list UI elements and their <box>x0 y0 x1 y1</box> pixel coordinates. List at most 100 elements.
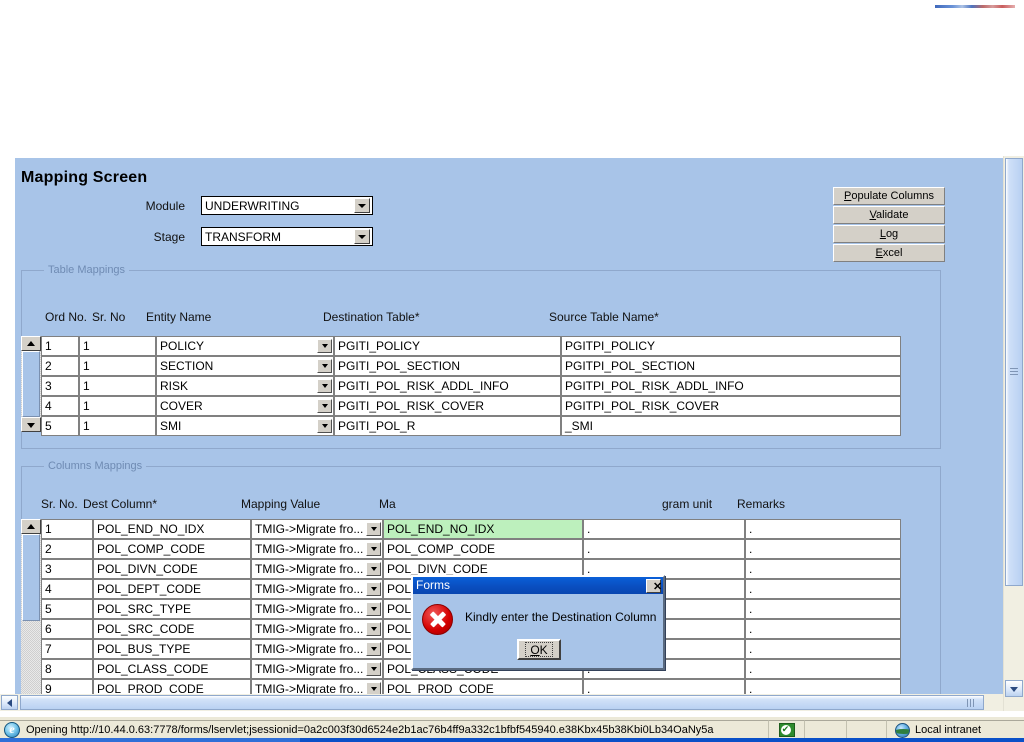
dialog-titlebar[interactable]: Forms ✕ <box>413 577 663 594</box>
cell-dest-column[interactable]: POL_DEPT_CODE <box>93 579 251 599</box>
cell-source-table[interactable]: PGITPI_POLICY <box>561 336 901 356</box>
table-row[interactable]: 2 1 SECTION PGITI_POL_SECTION PGITPI_POL_SEC… <box>41 356 941 376</box>
cell-source-table[interactable]: _SMI <box>561 416 901 436</box>
cell-sr-no[interactable]: 6 <box>41 619 93 639</box>
cell-mapping-column[interactable]: POL_END_NO_IDX <box>383 519 583 539</box>
chevron-down-icon[interactable] <box>366 622 381 636</box>
columns-mappings-scrollbar[interactable] <box>21 519 41 697</box>
chevron-down-icon[interactable] <box>366 582 381 596</box>
cell-remarks[interactable]: . <box>745 539 901 559</box>
cell-mapping-value[interactable]: TMIG->Migrate fro... <box>251 579 383 599</box>
table-row[interactable]: 2 POL_COMP_CODE TMIG->Migrate fro... POL_CO… <box>41 539 941 559</box>
cell-sr-no[interactable]: 1 <box>79 396 156 416</box>
chevron-down-icon[interactable] <box>366 542 381 556</box>
cell-dest-column[interactable]: POL_CLASS_CODE <box>93 659 251 679</box>
table-mappings-scrollbar[interactable] <box>21 336 41 432</box>
cell-mapping-value[interactable]: TMIG->Migrate fro... <box>251 559 383 579</box>
table-row[interactable]: 3 1 RISK PGITI_POL_RISK_ADDL_INFO PGITPI_POL… <box>41 376 941 396</box>
cell-sr-no[interactable]: 1 <box>41 519 93 539</box>
shield-check-icon[interactable] <box>778 723 795 737</box>
security-zone-segment[interactable]: Local intranet <box>886 719 1024 740</box>
cell-sr-no[interactable]: 1 <box>79 336 156 356</box>
cell-source-table[interactable]: PGITPI_POL_SECTION <box>561 356 901 376</box>
scrollbar-thumb[interactable] <box>22 534 40 621</box>
module-select[interactable]: UNDERWRITING <box>201 196 373 215</box>
cell-remarks[interactable]: . <box>745 559 901 579</box>
cell-dest-column[interactable]: POL_SRC_TYPE <box>93 599 251 619</box>
chevron-down-icon[interactable] <box>366 562 381 576</box>
populate-columns-button[interactable]: Populate Columns <box>833 187 945 205</box>
cell-mapping-value[interactable]: TMIG->Migrate fro... <box>251 619 383 639</box>
cell-remarks[interactable]: . <box>745 599 901 619</box>
cell-sr-no[interactable]: 2 <box>41 539 93 559</box>
cell-ord-no[interactable]: 3 <box>41 376 79 396</box>
scroll-down-icon[interactable] <box>21 417 41 432</box>
cell-destination-table[interactable]: PGITI_POLICY <box>334 336 561 356</box>
cell-remarks[interactable]: . <box>745 619 901 639</box>
scroll-left-icon[interactable] <box>1 695 18 710</box>
cell-dest-column[interactable]: POL_END_NO_IDX <box>93 519 251 539</box>
security-status-segment[interactable] <box>768 719 804 740</box>
cell-sr-no[interactable]: 3 <box>41 559 93 579</box>
chevron-down-icon[interactable] <box>317 379 332 393</box>
cell-remarks[interactable]: . <box>745 519 901 539</box>
chevron-down-icon[interactable] <box>366 602 381 616</box>
cell-destination-table[interactable]: PGITI_POL_SECTION <box>334 356 561 376</box>
cell-ord-no[interactable]: 2 <box>41 356 79 376</box>
cell-source-table[interactable]: PGITPI_POL_RISK_COVER <box>561 396 901 416</box>
scroll-down-icon[interactable] <box>1005 680 1023 697</box>
page-vertical-scrollbar[interactable] <box>1003 156 1024 711</box>
excel-button[interactable]: Excel <box>833 244 945 262</box>
close-icon[interactable]: ✕ <box>646 578 662 593</box>
cell-entity-name[interactable]: SMI <box>156 416 334 436</box>
table-row[interactable]: 4 1 COVER PGITI_POL_RISK_COVER PGITPI_POL_RI… <box>41 396 941 416</box>
cell-mapping-value[interactable]: TMIG->Migrate fro... <box>251 599 383 619</box>
cell-dest-column[interactable]: POL_SRC_CODE <box>93 619 251 639</box>
cell-destination-table[interactable]: PGITI_POL_RISK_ADDL_INFO <box>334 376 561 396</box>
vertical-scrollbar-thumb[interactable] <box>1005 158 1023 586</box>
table-row[interactable]: 1 1 POLICY PGITI_POLICY PGITPI_POLICY <box>41 336 941 356</box>
chevron-down-icon[interactable] <box>366 642 381 656</box>
stage-select[interactable]: TRANSFORM <box>201 227 373 246</box>
chevron-down-icon[interactable] <box>354 198 370 213</box>
page-horizontal-scrollbar[interactable] <box>0 694 1003 711</box>
cell-program-unit[interactable]: . <box>583 539 745 559</box>
cell-ord-no[interactable]: 1 <box>41 336 79 356</box>
cell-remarks[interactable]: . <box>745 579 901 599</box>
cell-source-table[interactable]: PGITPI_POL_RISK_ADDL_INFO <box>561 376 901 396</box>
cell-mapping-value[interactable]: TMIG->Migrate fro... <box>251 539 383 559</box>
cell-sr-no[interactable]: 7 <box>41 639 93 659</box>
cell-mapping-value[interactable]: TMIG->Migrate fro... <box>251 659 383 679</box>
table-row[interactable]: 1 POL_END_NO_IDX TMIG->Migrate fro... POL_E… <box>41 519 941 539</box>
chevron-down-icon[interactable] <box>317 399 332 413</box>
cell-ord-no[interactable]: 5 <box>41 416 79 436</box>
cell-destination-table[interactable]: PGITI_POL_RISK_COVER <box>334 396 561 416</box>
table-row[interactable]: 5 1 SMI PGITI_POL_R _SMI <box>41 416 941 436</box>
ok-button[interactable]: OK <box>517 639 561 660</box>
chevron-down-icon[interactable] <box>317 339 332 353</box>
cell-dest-column[interactable]: POL_BUS_TYPE <box>93 639 251 659</box>
cell-entity-name[interactable]: SECTION <box>156 356 334 376</box>
validate-button[interactable]: Validate <box>833 206 945 224</box>
cell-sr-no[interactable]: 5 <box>41 599 93 619</box>
cell-mapping-column[interactable]: POL_COMP_CODE <box>383 539 583 559</box>
chevron-down-icon[interactable] <box>366 522 381 536</box>
cell-entity-name[interactable]: POLICY <box>156 336 334 356</box>
horizontal-scrollbar-thumb[interactable] <box>20 695 984 710</box>
cell-mapping-value[interactable]: TMIG->Migrate fro... <box>251 519 383 539</box>
cell-destination-table[interactable]: PGITI_POL_R <box>334 416 561 436</box>
cell-sr-no[interactable]: 1 <box>79 416 156 436</box>
cell-entity-name[interactable]: COVER <box>156 396 334 416</box>
cell-mapping-value[interactable]: TMIG->Migrate fro... <box>251 639 383 659</box>
cell-entity-name[interactable]: RISK <box>156 376 334 396</box>
cell-dest-column[interactable]: POL_COMP_CODE <box>93 539 251 559</box>
cell-ord-no[interactable]: 4 <box>41 396 79 416</box>
cell-sr-no[interactable]: 4 <box>41 579 93 599</box>
cell-sr-no[interactable]: 1 <box>79 356 156 376</box>
chevron-down-icon[interactable] <box>317 359 332 373</box>
log-button[interactable]: Log <box>833 225 945 243</box>
chevron-down-icon[interactable] <box>366 662 381 676</box>
cell-remarks[interactable]: . <box>745 659 901 679</box>
scrollbar-thumb[interactable] <box>22 351 40 417</box>
chevron-down-icon[interactable] <box>317 419 332 433</box>
